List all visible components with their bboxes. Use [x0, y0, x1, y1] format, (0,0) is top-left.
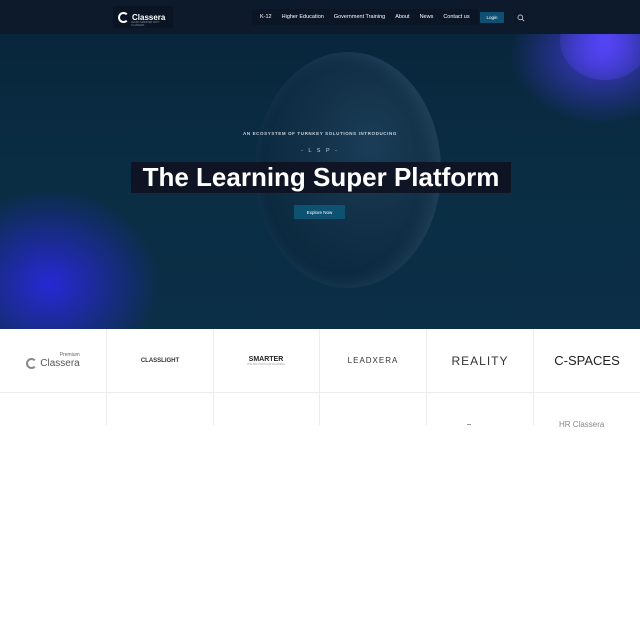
classera-logo-icon [118, 11, 129, 23]
nav-item-about[interactable]: About [390, 14, 414, 20]
hero-eyebrow: AN ECOSYSTEM OF TURNKEY SOLUTIONS INTROD… [243, 131, 397, 136]
nav-item-k12[interactable]: K-12 [255, 14, 277, 20]
search-button[interactable] [514, 11, 528, 24]
partner-name: REALITY [451, 353, 509, 368]
partner-cell[interactable]: LEADXERA [320, 329, 427, 393]
c-spaces-logo: C-SPACES [554, 353, 620, 368]
hero-section: AN ECOSYSTEM OF TURNKEY SOLUTIONS INTROD… [0, 34, 640, 329]
page: Classera LEARN SMARTER WITH CLASSERA K-1… [0, 0, 640, 640]
logo-tagline: LEARN SMARTER WITH CLASSERA [131, 21, 160, 27]
partner-name: Classera [40, 358, 80, 369]
partner-cell-row2 [107, 393, 214, 425]
nav-item-higher-education[interactable]: Higher Education [277, 14, 329, 20]
classera-logo[interactable]: Classera LEARN SMARTER WITH CLASSERA [113, 6, 173, 28]
premium-classera-logo: Premium Classera [26, 352, 80, 369]
partner-cell-row2 [320, 393, 427, 425]
main-nav: K-12 Higher Education Government Trainin… [252, 9, 478, 25]
partner-sub: THE SOLUTION FOR LEARNING [247, 362, 285, 366]
purple-glow [560, 34, 640, 80]
partner-cell-row2 [0, 393, 107, 425]
partner-cell[interactable]: REALITY [427, 329, 534, 393]
partner-name-row: Classera [26, 358, 80, 369]
leadxera-logo: LEADXERA [348, 356, 399, 365]
classera-swirl-icon [26, 358, 38, 369]
partner-cell[interactable]: SMARTER THE SOLUTION FOR LEARNING [213, 329, 320, 393]
login-button[interactable]: Login [480, 12, 504, 23]
partner-name: CLASSLIGHT [140, 357, 180, 364]
partial-logo-mark [467, 424, 471, 425]
reality-logo: REALITY [451, 354, 508, 368]
partner-name: SMARTER [248, 355, 284, 363]
nav-item-contact-us[interactable]: Contact us [438, 14, 474, 20]
hero-title: The Learning Super Platform [131, 162, 511, 193]
partner-name: LEADXERA [347, 356, 399, 365]
partner-cell-row2 [427, 393, 534, 425]
nav-item-government-training[interactable]: Government Training [329, 14, 390, 20]
partner-name: C-SPACES [554, 353, 620, 368]
top-header: Classera LEARN SMARTER WITH CLASSERA K-1… [0, 0, 640, 34]
hero-lsp: - L S P - [301, 148, 339, 154]
explore-now-button[interactable]: Explore Now [294, 205, 345, 219]
partner-cell[interactable]: C-SPACES [534, 329, 640, 393]
search-icon [517, 14, 525, 21]
partner-cell[interactable]: CLASSLIGHT [107, 329, 214, 393]
smarter-logo: SMARTER THE SOLUTION FOR LEARNING [247, 356, 285, 366]
partial-partner-name: HR Classera [559, 420, 605, 429]
partner-cell-row2 [213, 393, 320, 425]
partners-grid: Premium Classera CLASSLIGHT SMARTER THE … [0, 329, 640, 425]
classlight-logo: CLASSLIGHT [141, 358, 179, 364]
nav-item-news[interactable]: News [415, 14, 439, 20]
partner-cell[interactable]: Premium Classera [0, 329, 107, 393]
